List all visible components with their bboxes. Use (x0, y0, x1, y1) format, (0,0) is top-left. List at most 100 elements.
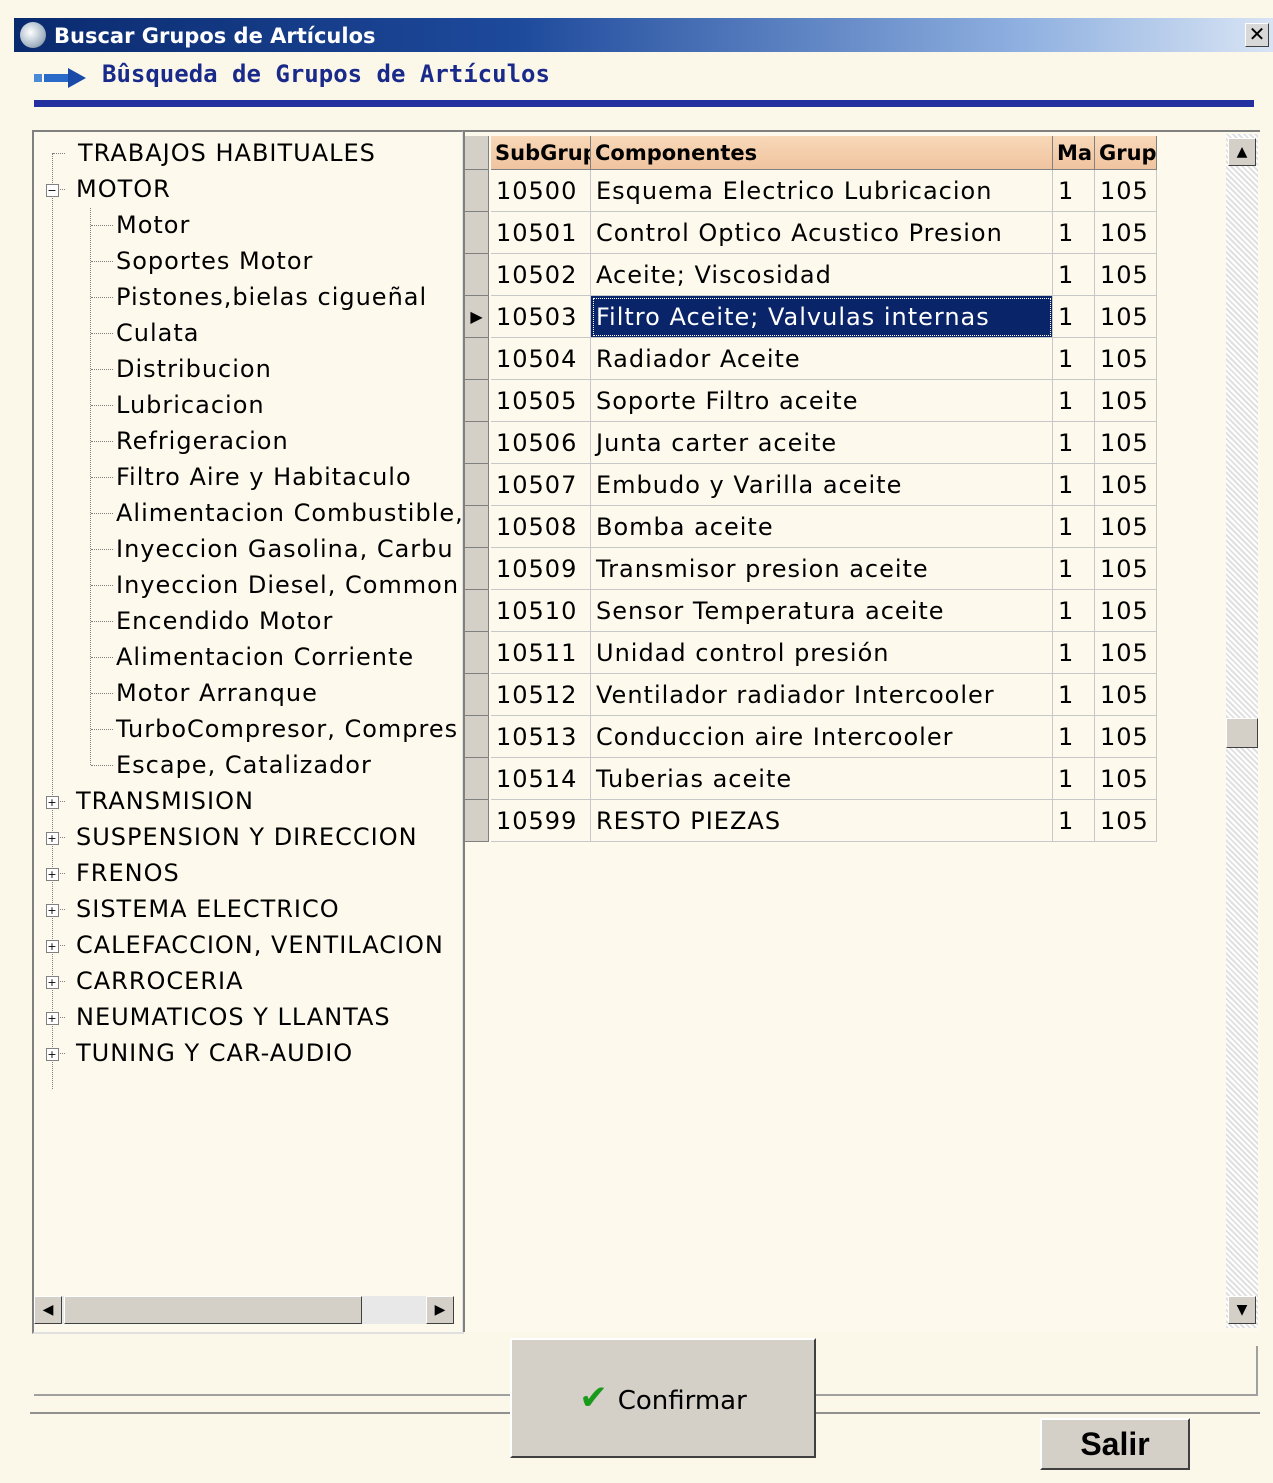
confirm-button[interactable]: ✔ Confirmar (510, 1338, 816, 1458)
tree-item-motor[interactable]: MOTOR (76, 172, 171, 206)
tree-expander[interactable]: + (46, 784, 59, 818)
tree-root-item[interactable]: FRENOS (76, 856, 180, 890)
cell-col-grup[interactable]: 105 (1095, 380, 1157, 422)
cell-col-grup[interactable]: 105 (1095, 716, 1157, 758)
tree-item-trabajos-habituales[interactable]: TRABAJOS HABITUALES (78, 136, 376, 170)
row-indicator[interactable] (465, 758, 489, 800)
tree-scroll-thumb[interactable] (64, 1296, 362, 1324)
cell-col-ma[interactable]: 1 (1053, 674, 1095, 716)
cell-col-grup[interactable]: 105 (1095, 254, 1157, 296)
cell-col-subgrup[interactable]: 10507 (491, 464, 591, 506)
tree-expander[interactable]: + (46, 928, 59, 962)
cell-col-componentes[interactable]: Soporte Filtro aceite (591, 380, 1053, 422)
expand-icon[interactable]: + (46, 1048, 59, 1061)
cell-col-ma[interactable]: 1 (1053, 296, 1095, 338)
cell-col-subgrup[interactable]: 10500 (491, 170, 591, 212)
close-icon[interactable]: ✕ (1245, 23, 1269, 47)
cell-col-grup[interactable]: 105 (1095, 632, 1157, 674)
window-titlebar[interactable]: Buscar Grupos de Artículos ✕ (14, 18, 1273, 52)
cell-col-subgrup[interactable]: 10501 (491, 212, 591, 254)
cell-col-componentes[interactable]: RESTO PIEZAS (591, 800, 1053, 842)
row-indicator[interactable] (465, 212, 489, 254)
row-indicator[interactable] (465, 716, 489, 758)
cell-col-componentes[interactable]: Control Optico Acustico Presion (591, 212, 1053, 254)
subgroup-grid[interactable]: SubGrup Componentes Ma Grup 10500 Esquema Ele… (463, 130, 1260, 1332)
expand-icon[interactable]: + (46, 904, 59, 917)
row-indicator[interactable] (465, 674, 489, 716)
grid-vertical-scrollbar[interactable]: ▲ ▼ (1226, 134, 1258, 1328)
cell-col-grup[interactable]: 105 (1095, 212, 1157, 254)
row-indicator[interactable] (465, 464, 489, 506)
tree-child-item[interactable]: Soportes Motor (116, 244, 313, 278)
expand-icon[interactable]: + (46, 976, 59, 989)
scroll-right-icon[interactable]: ▶ (426, 1296, 454, 1324)
cell-col-componentes[interactable]: Ventilador radiador Intercooler (591, 674, 1053, 716)
tree-expander[interactable]: + (46, 820, 59, 854)
scroll-down-icon[interactable]: ▼ (1228, 1296, 1256, 1324)
tree-root-item[interactable]: NEUMATICOS Y LLANTAS (76, 1000, 391, 1034)
cell-col-grup[interactable]: 105 (1095, 422, 1157, 464)
cell-col-subgrup[interactable]: 10514 (491, 758, 591, 800)
row-indicator[interactable] (465, 422, 489, 464)
tree-expander[interactable]: + (46, 892, 59, 926)
cell-col-componentes[interactable]: Conduccion aire Intercooler (591, 716, 1053, 758)
cell-col-ma[interactable]: 1 (1053, 212, 1095, 254)
cell-col-componentes[interactable]: Radiador Aceite (591, 338, 1053, 380)
row-indicator[interactable]: ▶ (465, 296, 489, 338)
scroll-up-icon[interactable]: ▲ (1228, 138, 1256, 166)
expand-icon[interactable]: + (46, 832, 59, 845)
header-col-ma[interactable]: Ma (1053, 136, 1095, 170)
row-indicator[interactable] (465, 338, 489, 380)
cell-col-componentes[interactable]: Esquema Electrico Lubricacion (591, 170, 1053, 212)
tree-child-item[interactable]: Escape, Catalizador (116, 748, 372, 782)
cell-col-subgrup[interactable]: 10511 (491, 632, 591, 674)
tree-child-item[interactable]: Motor (116, 208, 190, 242)
tree-child-item[interactable]: Culata (116, 316, 199, 350)
tree-expander-motor[interactable]: − (46, 172, 59, 206)
cell-col-ma[interactable]: 1 (1053, 548, 1095, 590)
tree-horizontal-scrollbar[interactable]: ◀ ▶ (34, 1296, 454, 1324)
cell-col-grup[interactable]: 105 (1095, 506, 1157, 548)
cell-col-subgrup[interactable]: 10505 (491, 380, 591, 422)
tree-child-item[interactable]: Pistones,bielas cigueñal (116, 280, 427, 314)
row-indicator[interactable] (465, 170, 489, 212)
cell-col-ma[interactable]: 1 (1053, 632, 1095, 674)
cell-col-ma[interactable]: 1 (1053, 464, 1095, 506)
cell-col-subgrup[interactable]: 10503 (491, 296, 591, 338)
header-col-componentes[interactable]: Componentes (591, 136, 1053, 170)
tree-root-item[interactable]: CALEFACCION, VENTILACION (76, 928, 444, 962)
cell-col-ma[interactable]: 1 (1053, 716, 1095, 758)
cell-col-ma[interactable]: 1 (1053, 338, 1095, 380)
expand-icon[interactable]: + (46, 1012, 59, 1025)
cell-col-grup[interactable]: 105 (1095, 548, 1157, 590)
tree-expander[interactable]: + (46, 1000, 59, 1034)
row-indicator[interactable] (465, 254, 489, 296)
cell-col-ma[interactable]: 1 (1053, 170, 1095, 212)
cell-col-subgrup[interactable]: 10508 (491, 506, 591, 548)
cell-col-subgrup[interactable]: 10599 (491, 800, 591, 842)
cell-col-grup[interactable]: 105 (1095, 590, 1157, 632)
row-indicator[interactable] (465, 380, 489, 422)
cell-col-componentes[interactable]: Sensor Temperatura aceite (591, 590, 1053, 632)
cell-col-grup[interactable]: 105 (1095, 674, 1157, 716)
row-indicator[interactable] (465, 800, 489, 842)
cell-col-ma[interactable]: 1 (1053, 254, 1095, 296)
tree-expander[interactable]: + (46, 856, 59, 890)
header-col-grup[interactable]: Grup (1095, 136, 1157, 170)
cell-col-subgrup[interactable]: 10512 (491, 674, 591, 716)
cell-col-ma[interactable]: 1 (1053, 380, 1095, 422)
collapse-icon[interactable]: − (46, 184, 59, 197)
row-indicator[interactable] (465, 506, 489, 548)
tree-child-item[interactable]: Refrigeracion (116, 424, 289, 458)
cell-col-componentes[interactable]: Embudo y Varilla aceite (591, 464, 1053, 506)
cell-col-componentes[interactable]: Tuberias aceite (591, 758, 1053, 800)
cell-col-componentes[interactable]: Unidad control presión (591, 632, 1053, 674)
cell-col-ma[interactable]: 1 (1053, 800, 1095, 842)
cell-col-subgrup[interactable]: 10510 (491, 590, 591, 632)
tree-child-item[interactable]: Inyeccion Diesel, Common (116, 568, 459, 602)
expand-icon[interactable]: + (46, 796, 59, 809)
grid-scroll-thumb[interactable] (1226, 718, 1258, 748)
cell-col-grup[interactable]: 105 (1095, 296, 1157, 338)
cell-col-grup[interactable]: 105 (1095, 170, 1157, 212)
tree-root-item[interactable]: TRANSMISION (76, 784, 254, 818)
